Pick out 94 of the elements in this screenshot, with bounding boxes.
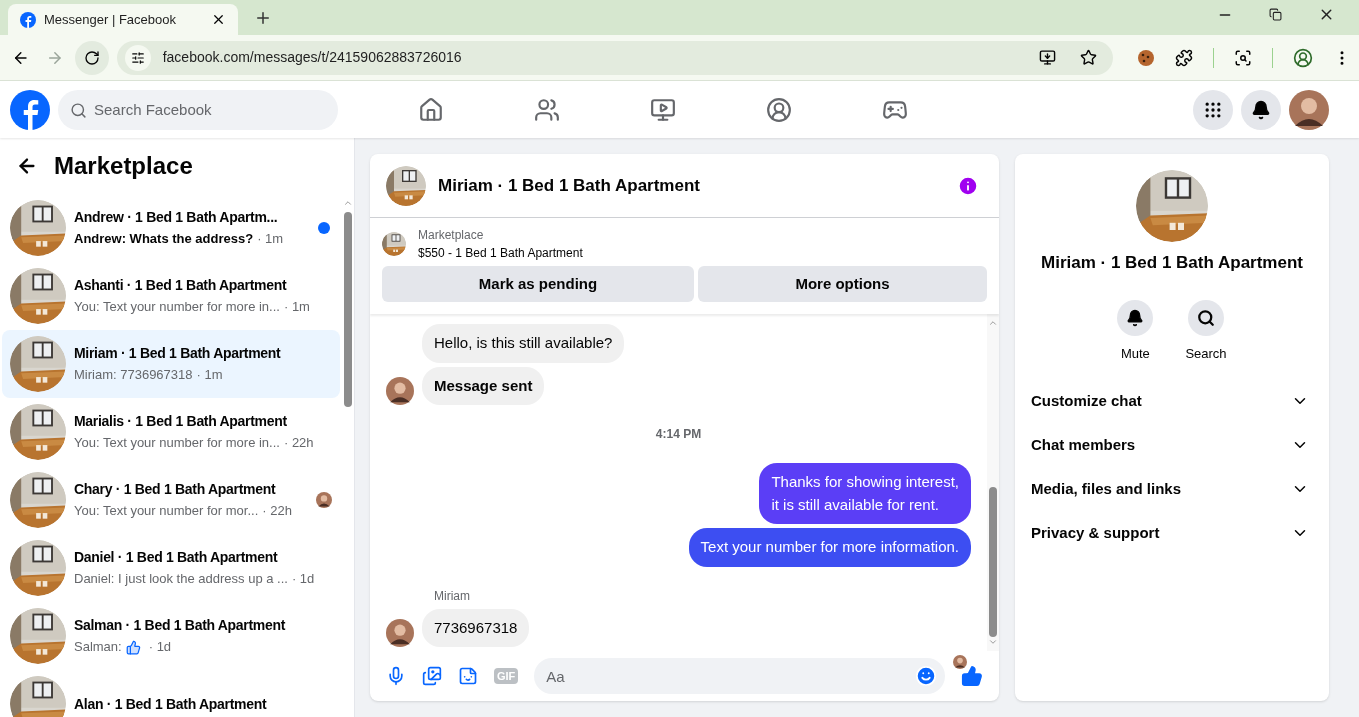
message-time: · 22h (283, 434, 314, 453)
conversation-name: Marialis · 1 Bed 1 Bath Apartment (74, 412, 287, 432)
message-time: · 1d (291, 570, 315, 589)
message-time: · 1m (257, 230, 284, 249)
listing-label: Marketplace (418, 227, 485, 244)
like-icon[interactable] (961, 665, 983, 687)
conversation-name: Daniel · 1 Bed 1 Bath Apartment (74, 548, 278, 568)
message-preview: Salman: (74, 638, 122, 657)
timestamp: 4:14 PM (654, 426, 703, 443)
conversation-item[interactable]: Andrew · 1 Bed 1 Bath Apartm... Andrew: Whats the address? · 1m (2, 194, 340, 262)
bookmark-icon[interactable] (1080, 49, 1097, 66)
emoji-icon[interactable] (915, 665, 937, 687)
sender-name: Miriam (434, 587, 471, 605)
action-button[interactable] (1117, 299, 1154, 336)
site-settings-icon[interactable] (130, 50, 145, 65)
message-time: · 1m (196, 366, 223, 385)
contact-name: Miriam · 1 Bed 1 Bath Apartment (1041, 252, 1303, 274)
search-icon (1197, 308, 1215, 327)
section-row[interactable]: Chat members (1031, 423, 1313, 467)
message-time: · 1m (283, 298, 310, 317)
sender-avatar (386, 377, 414, 405)
conversation-item[interactable]: Miriam · 1 Bed 1 Bath Apartment Miriam: 7736967318 · 1m (2, 330, 340, 398)
outgoing-message: Text your number for more information. (688, 528, 971, 567)
action-label: Mute (1120, 344, 1150, 363)
menu-button[interactable] (1193, 89, 1233, 130)
conversation-name: Salman · 1 Bed 1 Bath Apartment (74, 616, 286, 636)
message-preview: Daniel: I just look the address up a ... (74, 570, 288, 589)
info-icon[interactable] (957, 174, 979, 197)
conversation-item[interactable]: Alan · 1 Bed 1 Bath Apartment (2, 670, 340, 717)
microphone-icon[interactable] (386, 666, 406, 686)
conversation-item[interactable]: Chary · 1 Bed 1 Bath Apartment You: Text your number for mor... · 22h (2, 466, 340, 534)
facebook-logo[interactable] (10, 89, 50, 130)
conversation-name: Ashanti · 1 Bed 1 Bath Apartment (74, 276, 287, 296)
listing-button[interactable]: More options (698, 266, 987, 302)
profile-icon[interactable] (1293, 47, 1313, 68)
conversation-item[interactable]: Salman · 1 Bed 1 Bath Apartment Salman: · 1d (2, 602, 340, 670)
tab-search-icon[interactable] (1234, 48, 1252, 67)
message-preview: You: Text your number for mor... (74, 502, 259, 521)
listing-detail: $550 - 1 Bed 1 Bath Apartment (418, 245, 583, 262)
facebook-icon (20, 11, 36, 28)
conversation-name: Chary · 1 Bed 1 Bath Apartment (74, 480, 276, 500)
chat-title: Miriam · 1 Bed 1 Bath Apartment (438, 174, 701, 197)
action-button[interactable] (1188, 299, 1224, 336)
video-icon[interactable] (650, 96, 676, 123)
conversation-name: Miriam · 1 Bed 1 Bath Apartment (74, 344, 281, 364)
seen-avatar (316, 492, 332, 508)
conversation-item[interactable]: Marialis · 1 Bed 1 Bath Apartment You: Text your number for more in... · 22h (2, 398, 340, 466)
incoming-message: Hello, is this still available? (422, 324, 625, 363)
outgoing-message: Thanks for showing interest, it is still available for rent. (759, 463, 971, 524)
sticker-icon[interactable] (458, 666, 478, 686)
message-time: · 1d (148, 638, 172, 657)
seen-avatar (953, 655, 967, 669)
like-icon (125, 639, 141, 655)
section-row[interactable]: Privacy & support (1031, 511, 1313, 555)
conversation-item[interactable]: Ashanti · 1 Bed 1 Bath Apartment You: Text your number for more in... · 1m (2, 262, 340, 330)
search-icon (70, 101, 87, 119)
conversation-item[interactable]: Daniel · 1 Bed 1 Bath Apartment Daniel: I just look the address up a ... · 1d (2, 534, 340, 602)
install-icon[interactable] (1039, 49, 1056, 66)
account-avatar (1289, 89, 1329, 130)
bell-icon (1251, 99, 1271, 120)
bell-icon (1126, 308, 1145, 327)
address-bar[interactable]: facebook.com/messages/t/24159062883726016 (116, 40, 1113, 75)
section-row[interactable]: Media, files and links (1031, 467, 1313, 511)
action-label: Search (1185, 344, 1227, 363)
message-preview: Andrew: Whats the address? (74, 230, 254, 249)
close-icon[interactable] (211, 12, 226, 27)
incoming-message: 7736967318 (422, 608, 530, 647)
cookie-icon[interactable] (1137, 48, 1155, 67)
message-time: · 22h (262, 502, 292, 521)
sidebar-title: Marketplace (54, 151, 193, 181)
sender-avatar (386, 619, 414, 647)
browser-tab[interactable]: Messenger | Facebook (8, 4, 238, 35)
friends-icon[interactable] (534, 96, 560, 123)
message-field[interactable]: Aa (534, 658, 945, 694)
search-field[interactable]: Search Facebook (58, 89, 338, 130)
extensions-icon[interactable] (1175, 48, 1193, 67)
home-icon[interactable] (418, 96, 444, 123)
listing-button[interactable]: Mark as pending (382, 266, 694, 302)
conversation-name: Andrew · 1 Bed 1 Bath Apartm... (74, 208, 278, 228)
restore-icon[interactable] (1269, 8, 1282, 21)
message-preview: You: Text your number for more in... (74, 434, 280, 453)
new-tab-icon[interactable] (254, 9, 272, 27)
incoming-message: Message sent (422, 366, 545, 405)
reload-icon (84, 49, 100, 66)
conversation-name: Alan · 1 Bed 1 Bath Apartment (74, 695, 267, 714)
message-preview: Miriam: 7736967318 (74, 366, 193, 385)
message-preview: You: Text your number for more in... (74, 298, 280, 317)
section-row[interactable]: Customize chat (1031, 379, 1313, 423)
url-text: facebook.com/messages/t/24159062883726016 (162, 48, 463, 67)
reload-button[interactable] (75, 40, 109, 75)
tab-title: Messenger | Facebook (44, 10, 177, 29)
groups-icon[interactable] (766, 96, 792, 123)
photo-icon[interactable] (422, 666, 442, 686)
notifications-button[interactable] (1241, 89, 1281, 130)
